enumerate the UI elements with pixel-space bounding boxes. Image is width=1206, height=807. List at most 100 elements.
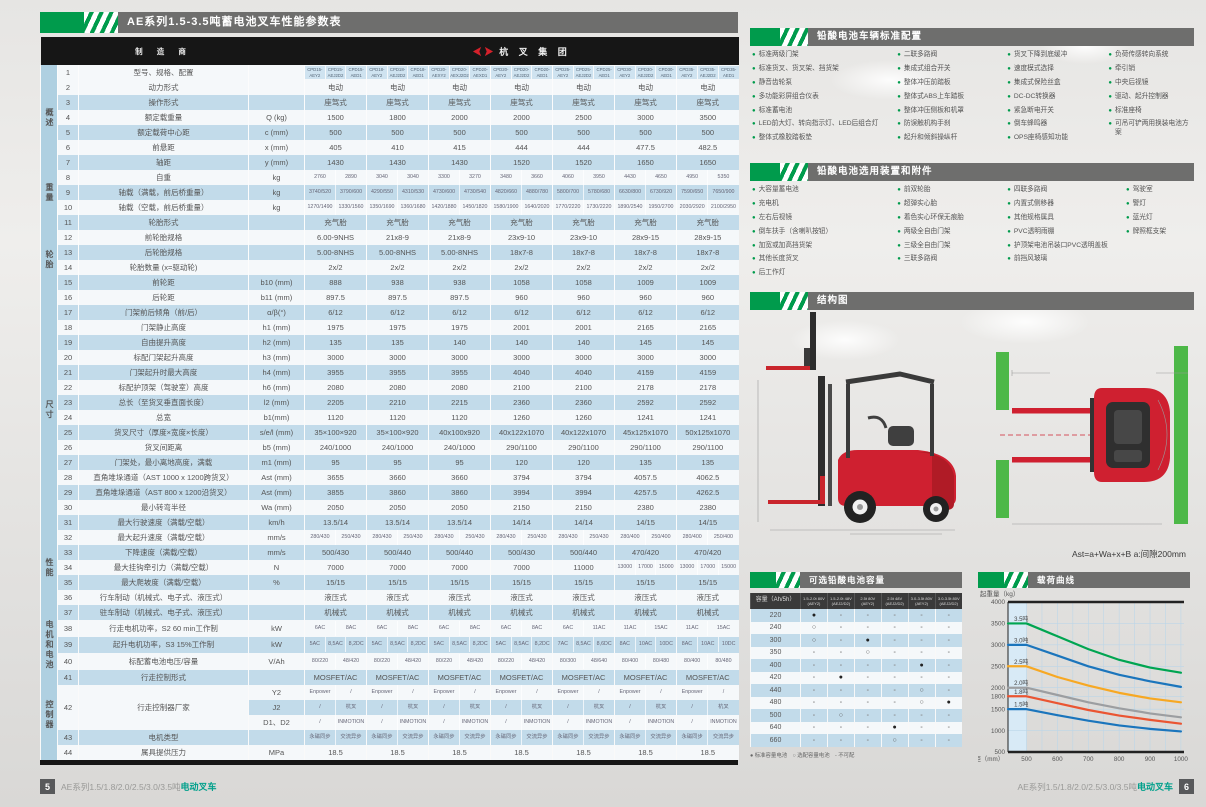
split-values: 130001700015000 — [677, 560, 739, 575]
bullet-icon: ● — [897, 214, 901, 222]
feature-item: ●着色实心环保无痕胎 — [897, 214, 1007, 222]
spec-value-cell: 80/22048/420 — [305, 653, 367, 670]
spec-value-cell: 140 — [491, 335, 553, 350]
battery-availability: - — [854, 659, 881, 672]
spec-value-cell: 45x125x1070 — [615, 425, 677, 440]
spec-value-cell: 80/30048/640 — [553, 653, 615, 670]
sub-value: 1270/1490 — [305, 200, 335, 215]
feature-item: ●负荷传感转向系统 — [1108, 51, 1192, 59]
feature-label: 二联多路阀 — [904, 51, 937, 59]
feature-label: 可吊可铲两用换装电池方案 — [1115, 120, 1192, 137]
battery-availability: - — [801, 672, 828, 685]
battery-model-header: 2.5t 80V (AEY2) — [854, 593, 881, 609]
spec-value-cell: /杭叉 — [429, 700, 491, 715]
row-number: 14 — [58, 260, 79, 275]
x-tick-label: 500 — [1021, 756, 1032, 763]
split-values: /杭叉 — [615, 700, 676, 715]
split-values: /杭叉 — [553, 700, 614, 715]
row-label: 自由提升高度 — [79, 335, 249, 350]
model-name: CPD20-AEXY2 — [429, 66, 449, 79]
split-values: 1420/18801450/1820 — [429, 200, 490, 215]
feature-label: 整体式ABS上车踏板 — [904, 93, 964, 101]
spec-value-cell: 1650 — [615, 155, 677, 170]
row-label: 额定载荷中心距 — [79, 125, 249, 140]
sub-value: / — [677, 715, 707, 730]
spec-value-cell: 500/440 — [429, 545, 491, 560]
battery-availability: - — [881, 697, 908, 710]
sub-value: 250/400 — [645, 530, 676, 545]
spec-value-cell: /INMOTION — [305, 715, 367, 730]
spec-value-cell: /杭叉 — [677, 700, 739, 715]
sub-value: 5800/700 — [553, 185, 583, 200]
battery-availability: - — [935, 647, 962, 660]
battery-capacity-value: 500 — [751, 709, 801, 722]
sub-value: INMOTION — [459, 715, 490, 730]
spec-value-cell: 1430 — [305, 155, 367, 170]
model-line2: AED1 — [719, 73, 739, 78]
spec-value-cell: 永磁同步交流异步 — [553, 730, 615, 745]
model-line2: AEY2 — [491, 73, 511, 78]
split-values: 永磁同步交流异步 — [491, 730, 552, 745]
spec-value-cell: 482.5 — [677, 140, 739, 155]
feature-item: ●标准两级门架 — [752, 51, 897, 59]
std-config-section: 铅酸电池车辆标准配置 ●标准两级门架●标准货叉、货叉架、挡货架●静音齿轮泵●多功… — [750, 28, 1194, 148]
feature-label: 倒车蜂鸣器 — [1014, 120, 1047, 128]
model-name: CPD30-AED1 — [656, 66, 676, 79]
battery-availability: - — [827, 684, 854, 697]
spec-value-cell: 34803660 — [491, 170, 553, 185]
spec-row: 34最大挂钩牵引力（满载/空载）N70007000700070001100013… — [41, 560, 739, 575]
spec-value-cell: 280/430250/430 — [553, 530, 615, 545]
spec-value-cell: 470/420 — [677, 545, 739, 560]
section-label: 轮胎 — [41, 250, 58, 270]
model-line2: AEJ2D2 — [326, 73, 346, 78]
spec-value-cell: MOSFET/AC — [429, 670, 491, 685]
spec-value-cell: 290/1100 — [615, 440, 677, 455]
split-values: 280/430250/430 — [305, 530, 366, 545]
spec-header-band: 制 造 商杭 叉 集 团 — [41, 37, 739, 65]
row-unit — [249, 605, 305, 620]
bullet-column: ●四联多路阀●内置式侧移器●其他规格属具●PVC透明雨棚●护顶架电池吊装口PVC… — [1007, 186, 1126, 283]
footer-emphasis: 电动叉车 — [1137, 782, 1173, 792]
row-number: 8 — [58, 170, 79, 185]
spec-value-cell: 18.5 — [491, 745, 553, 760]
row-number: 34 — [58, 560, 79, 575]
spec-value-cell: 11000 — [553, 560, 615, 575]
spec-value-cell: Enpower/ — [367, 685, 429, 700]
sub-value: / — [677, 700, 707, 715]
spec-row: 尺寸17门架前后倾角（前/后）α/β(°)6/126/126/126/126/1… — [41, 305, 739, 320]
split-values: 永磁同步交流异步 — [305, 730, 366, 745]
battery-model-header: 3.0-3.5t 80V (AEY2) — [908, 593, 935, 609]
spec-value-cell: 15/15 — [305, 575, 367, 590]
row-unit: b5 (mm) — [249, 440, 305, 455]
battery-availability: ○ — [881, 734, 908, 747]
sub-value: INMOTION — [583, 715, 614, 730]
split-values: 5AC8,5AC8,2DC — [491, 637, 552, 654]
sub-value: 250/430 — [583, 530, 614, 545]
battery-availability: ● — [881, 722, 908, 735]
spec-value-cell: 3660 — [429, 470, 491, 485]
bullet-icon: ● — [752, 107, 756, 115]
sub-value: 11AC — [583, 621, 614, 636]
model-name: CPD20-AEJ2D2 — [512, 66, 532, 79]
battery-availability: - — [801, 722, 828, 735]
spec-value-cell: 机械式 — [615, 605, 677, 620]
sub-value: / — [305, 715, 335, 730]
row-number: 37 — [58, 605, 79, 620]
row-label: 自重 — [79, 170, 249, 185]
model-line2: AEJ2D2 — [698, 73, 718, 78]
spec-row: 24总宽b1(mm)1120112011201260126012411241 — [41, 410, 739, 425]
sub-value: 3480 — [491, 170, 521, 185]
model-name: CPD15-AEY2 — [305, 66, 325, 79]
sub-value: 15AC — [645, 621, 676, 636]
sub-value: 1360/1680 — [397, 200, 428, 215]
spec-value-cell: 40x122x1070 — [553, 425, 615, 440]
battery-availability: - — [881, 634, 908, 647]
spec-value-cell: 液压式 — [491, 590, 553, 605]
sub-value: 250/400 — [707, 530, 738, 545]
sub-value: 杭叉 — [397, 700, 428, 715]
spec-value-cell: 永磁同步交流异步 — [677, 730, 739, 745]
row-number: 18 — [58, 320, 79, 335]
battery-model-header: 2.5t 48V (AEJ2/D2) — [881, 593, 908, 609]
row-label: 驻车制动（机械式、电子式、液压式） — [79, 605, 249, 620]
battery-row: 240○----- — [751, 622, 963, 635]
